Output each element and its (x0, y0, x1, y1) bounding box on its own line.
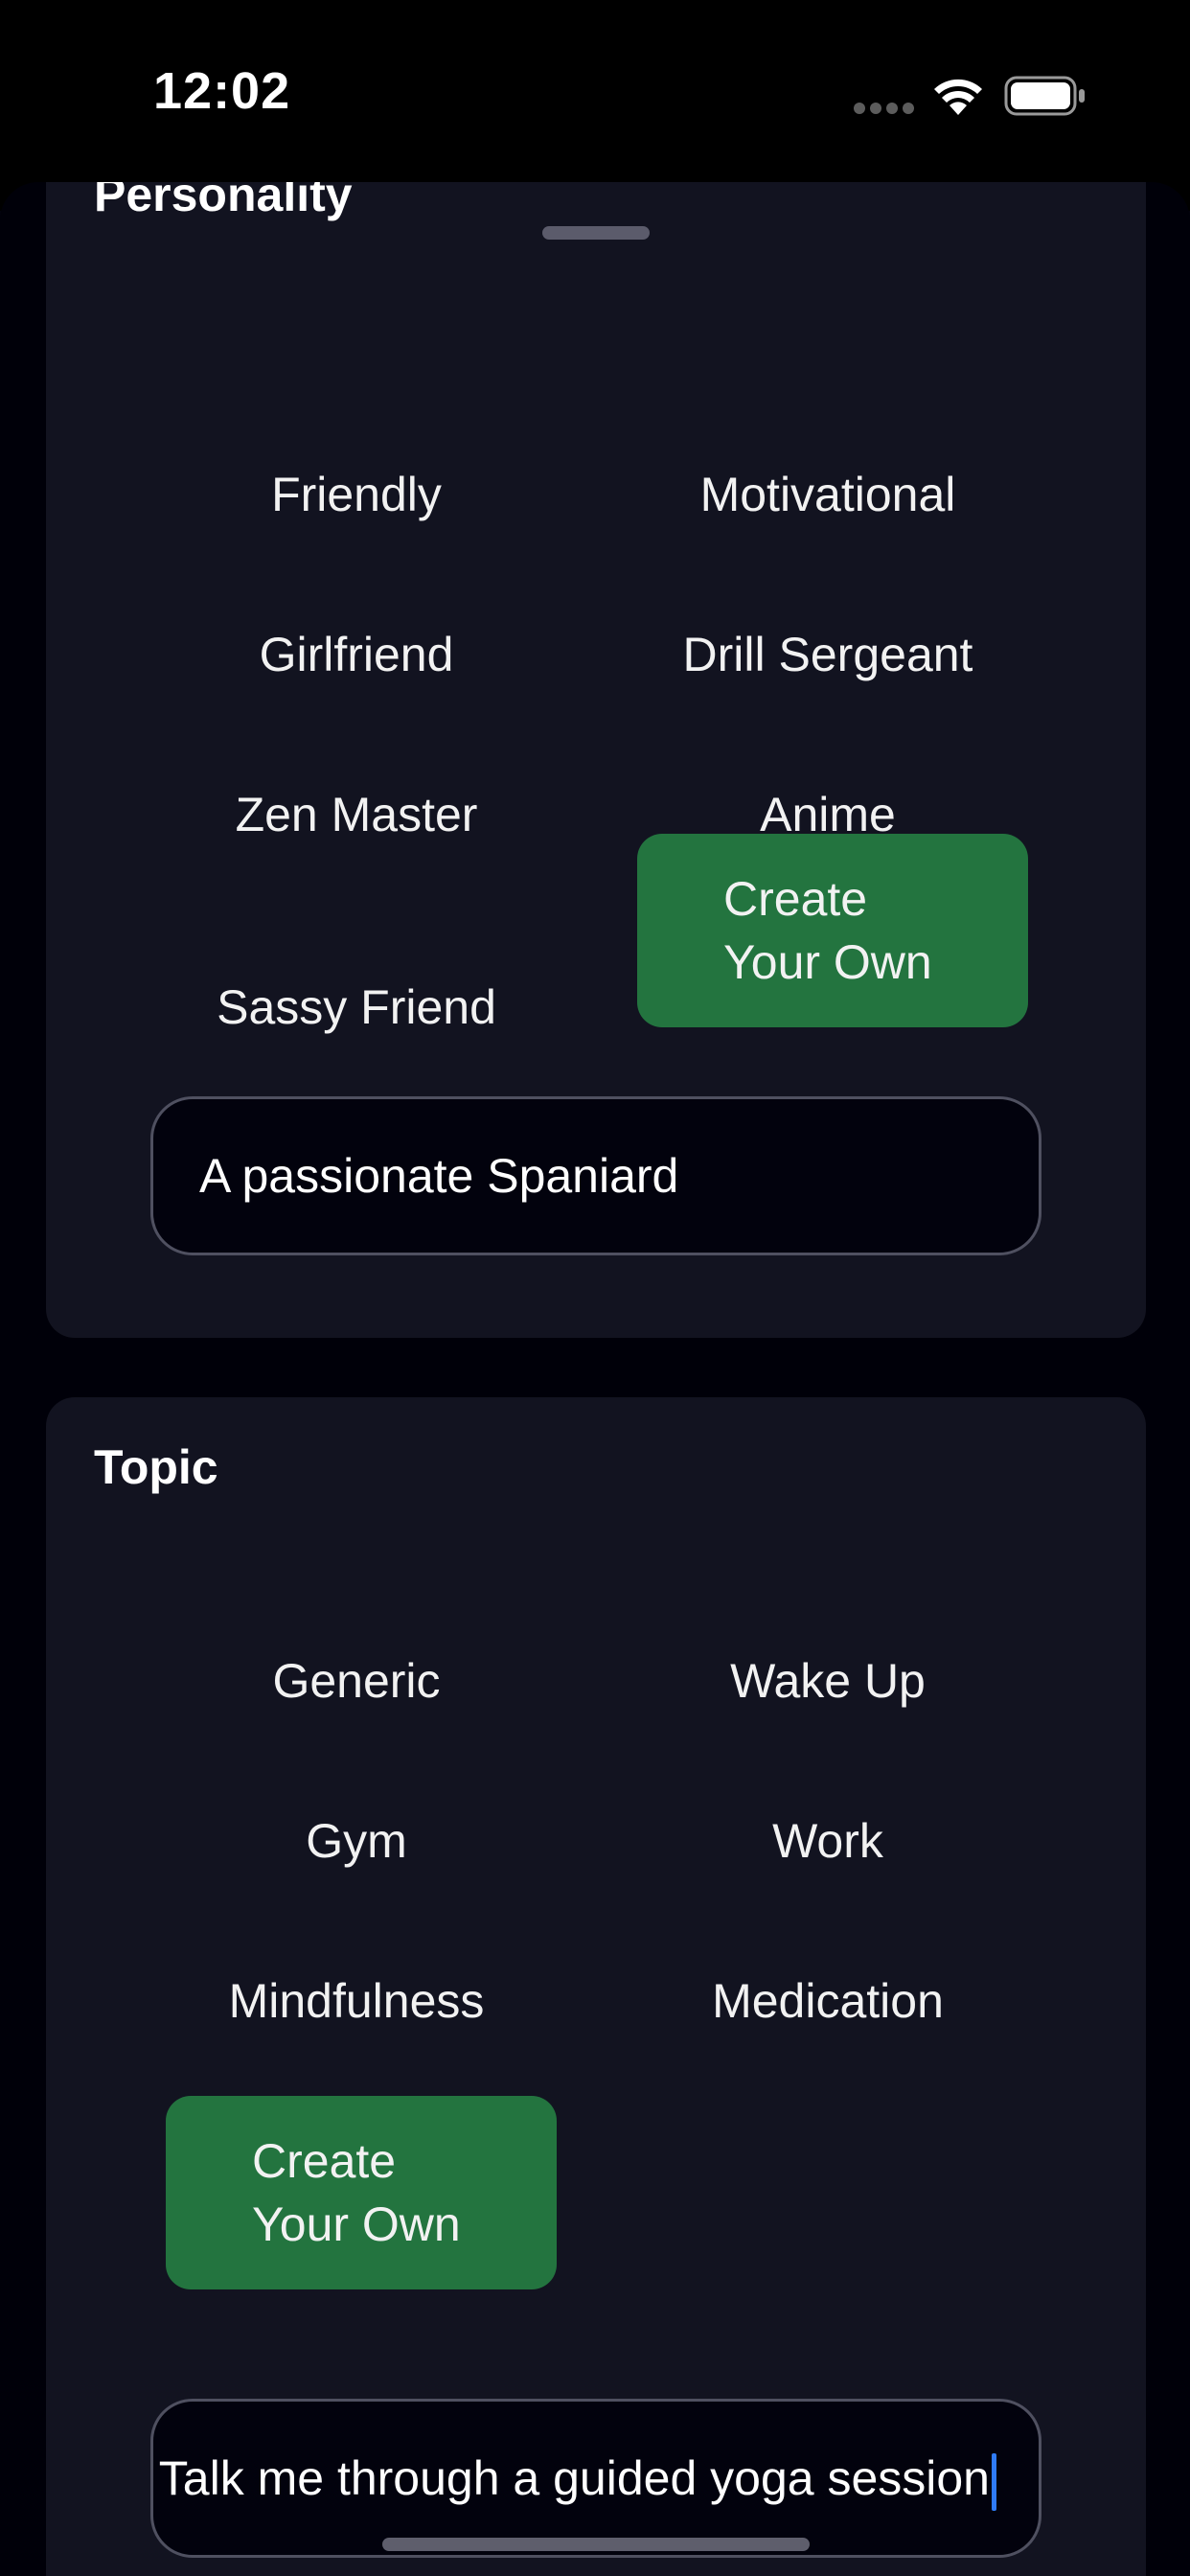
sheet-drag-handle[interactable] (542, 226, 650, 240)
personality-custom-input-value: A passionate Spaniard (199, 1149, 679, 1203)
topic-custom-input[interactable]: Talk me through a guided yoga session (150, 2399, 1041, 2558)
home-indicator (382, 2538, 810, 2551)
topic-option-medication[interactable]: Medication (632, 1905, 1023, 2097)
option-label: Zen Master (235, 788, 478, 841)
option-label: Motivational (699, 468, 956, 521)
settings-sheet: Personality Friendly Motivational Girlfr… (0, 182, 1190, 2576)
option-label: Generic (272, 1654, 441, 1708)
option-label: Wake Up (730, 1654, 926, 1708)
status-time: 12:02 (153, 62, 291, 120)
personality-title: Personality (94, 182, 353, 221)
option-label: Gym (306, 1814, 407, 1868)
option-label: Medication (712, 1974, 944, 2028)
option-label: Create Your Own (252, 2134, 461, 2251)
cellular-signal-icon (854, 103, 914, 114)
text-caret (992, 2452, 996, 2511)
option-label: Friendly (271, 468, 442, 521)
topic-section: Topic Generic Wake Up Gym Work Mindfulne… (46, 1397, 1146, 2576)
personality-option-sassy-friend[interactable]: Sassy Friend (161, 911, 552, 1103)
battery-icon (1004, 76, 1085, 116)
option-label: Mindfulness (228, 1974, 485, 2028)
personality-section: Personality Friendly Motivational Girlfr… (46, 182, 1146, 1338)
option-label: Create Your Own (723, 872, 932, 989)
wifi-icon (934, 79, 982, 115)
option-label: Work (772, 1814, 883, 1868)
personality-option-zen-master[interactable]: Zen Master (161, 719, 552, 910)
personality-custom-input[interactable]: A passionate Spaniard (150, 1096, 1041, 1255)
topic-title: Topic (94, 1440, 218, 1494)
status-bar: 12:02 (0, 0, 1190, 192)
option-label: Sassy Friend (217, 980, 496, 1034)
topic-custom-input-value: Talk me through a guided yoga session (159, 2402, 996, 2555)
option-label: Girlfriend (259, 628, 454, 681)
topic-option-mindfulness[interactable]: Mindfulness (161, 1905, 552, 2097)
topic-option-create-your-own[interactable]: Create Your Own (166, 2096, 557, 2289)
personality-option-create-your-own[interactable]: Create Your Own (637, 834, 1028, 1027)
option-label: Drill Sergeant (682, 628, 973, 681)
